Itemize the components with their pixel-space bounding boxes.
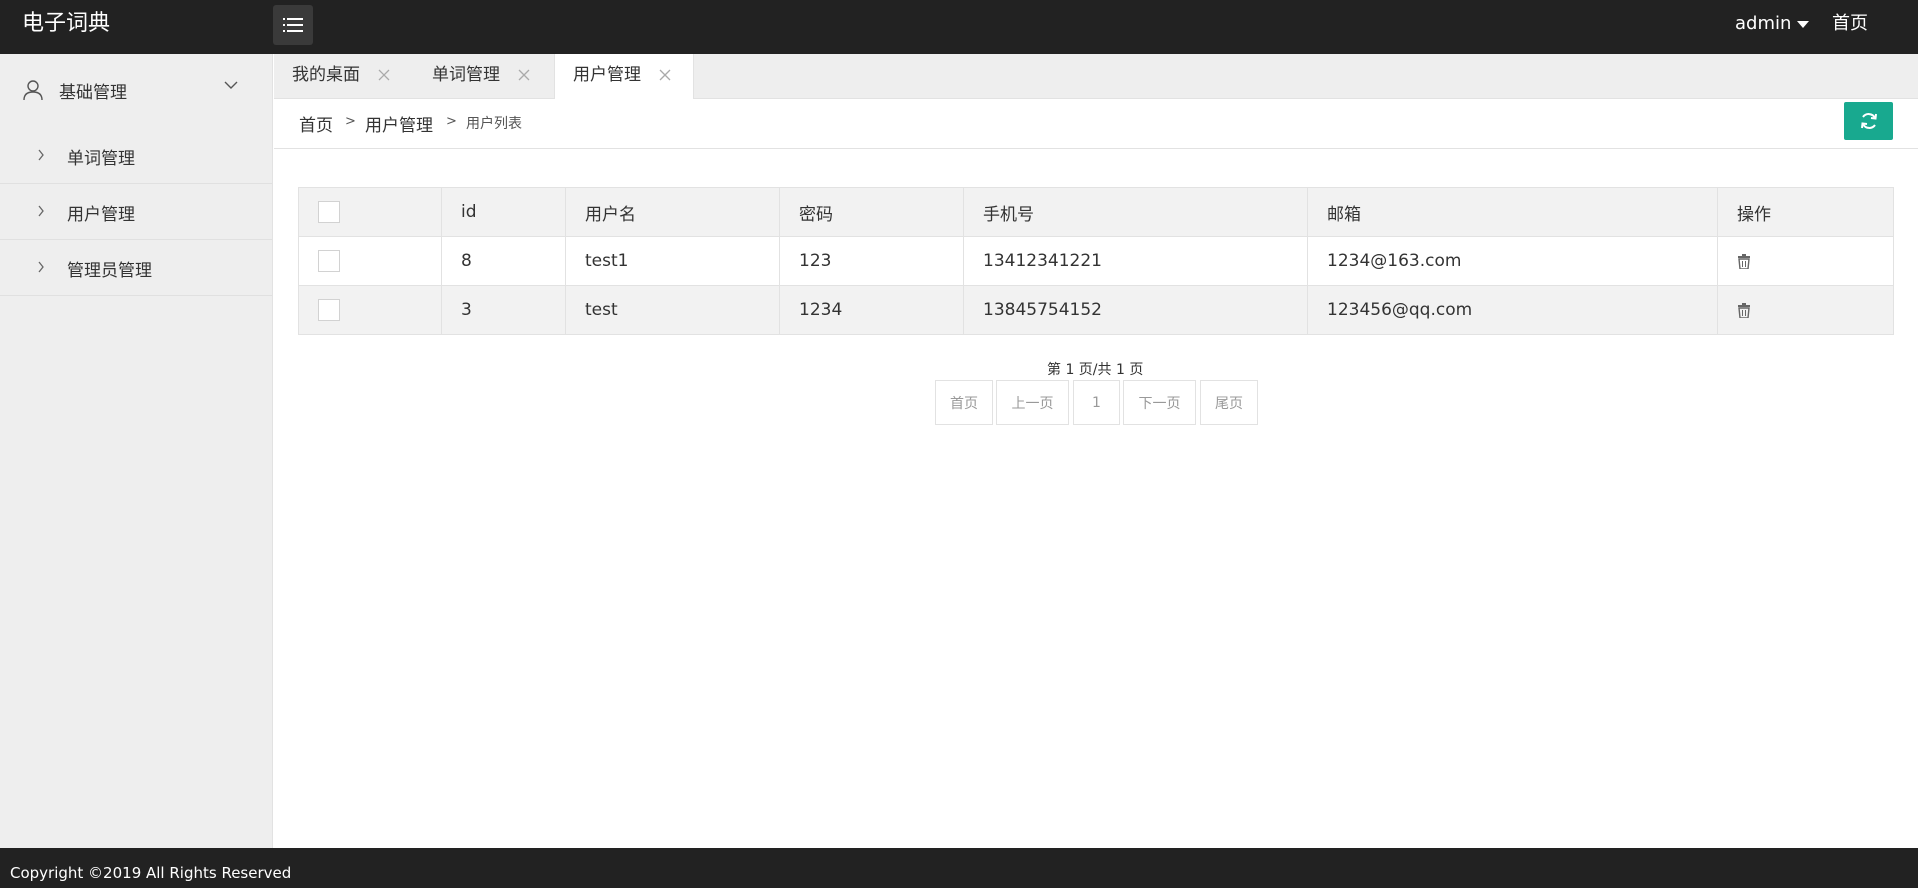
chevron-right-icon	[38, 149, 44, 161]
table-header-row: id 用户名 密码 手机号 邮箱 操作	[298, 187, 1894, 237]
breadcrumb-current: 用户列表	[466, 116, 522, 132]
cell-id: 8	[441, 236, 566, 286]
tab-desktop[interactable]: 我的桌面	[274, 54, 412, 99]
tab-words[interactable]: 单词管理	[414, 54, 552, 99]
menu-toggle-button[interactable]	[273, 5, 313, 45]
cell-phone: 13412341221	[963, 236, 1308, 286]
breadcrumb-section[interactable]: 用户管理	[365, 111, 433, 136]
cell-password: 1234	[779, 285, 964, 335]
footer-copyright: Copyright ©2019 All Rights Reserved	[10, 864, 292, 882]
column-header: 手机号	[963, 187, 1308, 237]
pager-page-button[interactable]: 1	[1073, 380, 1120, 425]
sidebar-item-admins[interactable]: 管理员管理	[0, 240, 272, 296]
delete-icon[interactable]	[1737, 253, 1751, 269]
delete-icon[interactable]	[1737, 302, 1751, 318]
page-info: 第 1 页/共 1 页	[1047, 362, 1144, 378]
cell-email: 123456@qq.com	[1307, 285, 1718, 335]
app-title: 电子词典	[22, 11, 111, 36]
sidebar-item-label: 单词管理	[67, 149, 135, 169]
user-name: admin	[1735, 13, 1792, 34]
sidebar-item-label: 管理员管理	[67, 261, 152, 281]
cell-username: test	[565, 285, 780, 335]
pager-prev-button[interactable]: 上一页	[996, 380, 1069, 425]
row-checkbox[interactable]	[318, 250, 340, 272]
column-header: 用户名	[565, 187, 780, 237]
header-home-link[interactable]: 首页	[1832, 0, 1868, 48]
chevron-down-icon	[224, 81, 238, 89]
pager-next-button[interactable]: 下一页	[1123, 380, 1196, 425]
table-row: 3 test 1234 13845754152 123456@qq.com	[298, 285, 1894, 335]
row-checkbox[interactable]	[318, 299, 340, 321]
refresh-icon	[1860, 113, 1877, 129]
pager-first-button[interactable]: 首页	[935, 380, 993, 425]
pager-last-button[interactable]: 尾页	[1200, 380, 1258, 425]
breadcrumb: 首页 > 用户管理 > 用户列表	[274, 99, 1918, 149]
user-table: id 用户名 密码 手机号 邮箱 操作 8 test1 123 13412341…	[298, 187, 1894, 335]
column-header: 密码	[779, 187, 964, 237]
chevron-right-icon	[38, 205, 44, 217]
tab-bar: 我的桌面 单词管理 用户管理	[274, 54, 1918, 100]
column-header: 操作	[1717, 187, 1894, 237]
cell-email: 1234@163.com	[1307, 236, 1718, 286]
row-select-cell	[298, 236, 442, 286]
column-header: 邮箱	[1307, 187, 1718, 237]
refresh-button[interactable]	[1844, 102, 1893, 140]
row-select-cell	[298, 285, 442, 335]
breadcrumb-separator: >	[446, 114, 457, 129]
sidebar-item-words[interactable]: 单词管理	[0, 128, 272, 184]
chevron-right-icon	[38, 261, 44, 273]
header-select-all	[298, 187, 442, 237]
close-icon[interactable]	[377, 68, 391, 82]
close-icon[interactable]	[517, 68, 531, 82]
menu-icon	[283, 18, 303, 32]
user-table-container: id 用户名 密码 手机号 邮箱 操作 8 test1 123 13412341…	[298, 187, 1894, 335]
top-header: 电子词典 admin 首页	[0, 0, 1918, 54]
user-menu[interactable]: admin	[1735, 0, 1810, 48]
footer: Copyright ©2019 All Rights Reserved	[0, 848, 1918, 888]
sidebar-group-label: 基础管理	[59, 83, 127, 103]
cell-actions	[1717, 236, 1894, 286]
table-row: 8 test1 123 13412341221 1234@163.com	[298, 236, 1894, 286]
breadcrumb-home[interactable]: 首页	[299, 111, 333, 136]
select-all-checkbox[interactable]	[318, 201, 340, 223]
cell-actions	[1717, 285, 1894, 335]
tab-label: 我的桌面	[292, 65, 360, 85]
sidebar-item-label: 用户管理	[67, 205, 135, 225]
close-icon[interactable]	[658, 68, 672, 82]
cell-phone: 13845754152	[963, 285, 1308, 335]
column-header: id	[441, 187, 566, 237]
caret-down-icon	[1797, 20, 1810, 28]
sidebar-group-basic[interactable]: 基础管理	[0, 54, 272, 128]
tab-users[interactable]: 用户管理	[554, 54, 694, 100]
user-icon	[23, 80, 43, 101]
cell-password: 123	[779, 236, 964, 286]
tab-label: 用户管理	[573, 65, 641, 85]
sidebar: 基础管理 单词管理 用户管理 管理员管理	[0, 54, 273, 848]
cell-id: 3	[441, 285, 566, 335]
breadcrumb-separator: >	[345, 114, 356, 129]
sidebar-item-users[interactable]: 用户管理	[0, 184, 272, 240]
tab-label: 单词管理	[432, 65, 500, 85]
cell-username: test1	[565, 236, 780, 286]
